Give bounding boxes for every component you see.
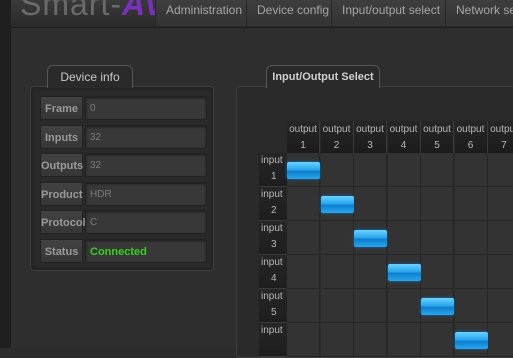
output-column-header-4: output 4 (387, 121, 421, 153)
matrix-cell[interactable] (454, 289, 488, 323)
device-info-label: Protocol (40, 210, 86, 234)
input-row-header-3: input 3 (259, 221, 287, 255)
matrix-cell[interactable] (488, 323, 513, 357)
matrix-cell[interactable] (287, 221, 320, 255)
matrix-cell[interactable] (354, 221, 387, 255)
route-selected-indicator (287, 162, 320, 179)
matrix-cell[interactable] (454, 323, 488, 357)
output-column-header-5: output 5 (421, 121, 454, 153)
device-info-value: HDR (85, 181, 207, 206)
input-row-header-1: input 1 (259, 153, 287, 187)
matrix-cell[interactable] (421, 187, 454, 221)
device-info-value: 0 (85, 96, 207, 120)
matrix-cell[interactable] (488, 289, 513, 323)
status-value: Connected (85, 238, 207, 263)
matrix-cell[interactable] (387, 153, 421, 187)
input-row-header-5: input 5 (259, 289, 287, 323)
matrix-cell[interactable] (287, 323, 320, 357)
brand-logo: Smart-AVI (20, 0, 176, 22)
matrix-cell[interactable] (320, 221, 354, 255)
device-info-label: Frame (40, 96, 83, 120)
device-info-label: Outputs (40, 153, 83, 177)
output-column-header-7: output7 (488, 121, 513, 153)
matrix-cell[interactable] (454, 255, 488, 289)
matrix-cell[interactable] (287, 289, 320, 323)
device-info-value: C (85, 210, 207, 234)
tab-device-config[interactable]: Device config (246, 0, 341, 26)
input-row-header-6: input (259, 323, 287, 357)
matrix-cell[interactable] (320, 255, 354, 289)
matrix-cell[interactable] (320, 153, 354, 187)
matrix-cell[interactable] (454, 187, 488, 221)
matrix-cell[interactable] (287, 153, 320, 187)
tab-network-settings[interactable]: Network se (445, 0, 513, 26)
matrix-cell[interactable] (387, 289, 421, 323)
matrix-cell[interactable] (488, 153, 513, 187)
device-info-value: 32 (85, 124, 207, 149)
matrix-cell[interactable] (387, 323, 421, 357)
matrix-cell[interactable] (488, 255, 513, 289)
route-selected-indicator (320, 196, 354, 213)
device-info-label: Status (40, 238, 83, 263)
tab-input-output-select[interactable]: Input/output select (331, 0, 452, 26)
matrix-cell[interactable] (454, 153, 488, 187)
matrix-cell[interactable] (354, 255, 387, 289)
matrix-cell[interactable] (387, 221, 421, 255)
input-row-header-4: input 4 (259, 255, 287, 289)
matrix-cell[interactable] (320, 323, 354, 357)
output-column-header-2: output 2 (320, 121, 354, 153)
input-row-header-2: input 2 (259, 187, 287, 221)
top-nav-bar: Smart-AVI Administration Device config I… (11, 0, 513, 28)
matrix-cell[interactable] (354, 187, 387, 221)
matrix-cell[interactable] (387, 255, 421, 289)
output-column-header-1: output 1 (287, 121, 320, 153)
route-selected-indicator (354, 230, 387, 247)
matrix-cell[interactable] (354, 323, 387, 357)
matrix-cell[interactable] (421, 221, 454, 255)
matrix-cell[interactable] (454, 221, 488, 255)
route-selected-indicator (454, 332, 488, 349)
matrix-cell[interactable] (421, 289, 454, 323)
matrix-cell[interactable] (320, 289, 354, 323)
output-column-header-6: output 6 (454, 121, 488, 153)
matrix-cell[interactable] (354, 153, 387, 187)
matrix-cell[interactable] (287, 255, 320, 289)
matrix-cell[interactable] (287, 187, 320, 221)
matrix-cell[interactable] (387, 187, 421, 221)
device-info-tab[interactable]: Device info (47, 65, 133, 88)
device-info-label: Product (40, 181, 83, 206)
route-selected-indicator (421, 298, 454, 315)
tab-administration[interactable]: Administration (155, 0, 254, 26)
matrix-cell[interactable] (488, 187, 513, 221)
matrix-cell[interactable] (488, 221, 513, 255)
output-column-header-3: output 3 (354, 121, 387, 153)
matrix-cell[interactable] (354, 289, 387, 323)
matrix-cell[interactable] (320, 187, 354, 221)
route-selected-indicator (387, 264, 421, 281)
matrix-cell[interactable] (421, 255, 454, 289)
device-info-label: Inputs (40, 124, 83, 149)
matrix-cell[interactable] (421, 153, 454, 187)
matrix-cell[interactable] (421, 323, 454, 357)
device-info-value: 32 (85, 153, 207, 177)
io-select-tab[interactable]: Input/Output Select (266, 65, 380, 88)
